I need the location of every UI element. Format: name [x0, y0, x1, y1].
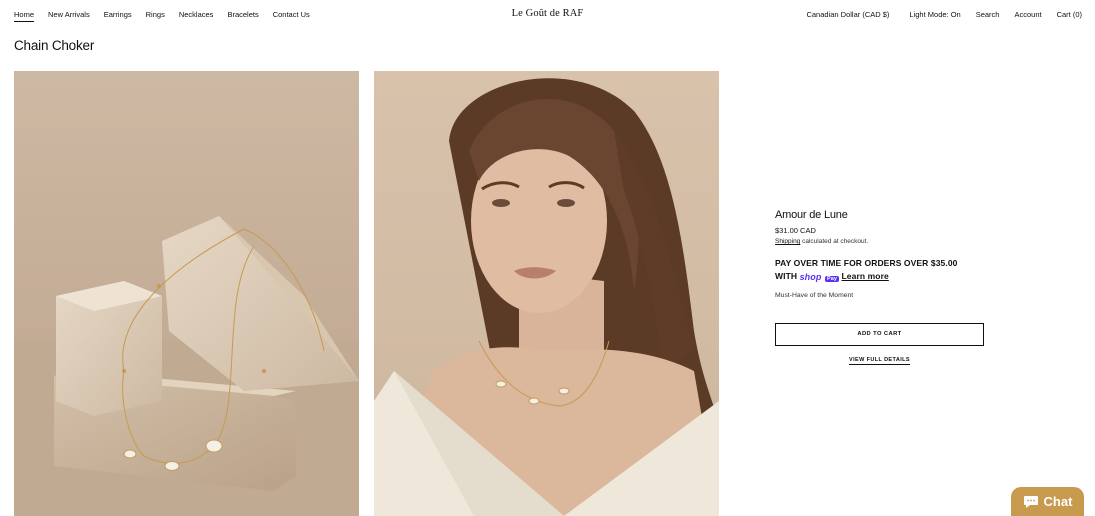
product-image-necklace-display[interactable]: [14, 71, 359, 516]
pay-over-time-banner: PAY OVER TIME FOR ORDERS OVER $35.00 WIT…: [775, 257, 1005, 286]
product-price: $31.00 CAD: [775, 226, 816, 235]
account-link[interactable]: Account: [1014, 10, 1041, 19]
product-tagline: Must-Have of the Moment: [775, 292, 854, 299]
product-name: Amour de Lune: [775, 209, 848, 221]
page-title: Chain Choker: [14, 38, 95, 53]
chat-button[interactable]: Chat: [1011, 487, 1084, 516]
shop-pay-badge: Pay: [824, 276, 840, 282]
search-link[interactable]: Search: [976, 10, 1000, 19]
shipping-note: Shipping calculated at checkout.: [775, 238, 1005, 245]
pay-with-text: WITH: [775, 271, 800, 281]
view-full-details-label: VIEW FULL DETAILS: [849, 357, 910, 365]
product-image-model[interactable]: [374, 71, 719, 516]
top-nav: Home New Arrivals Earrings Rings Necklac…: [0, 0, 1095, 28]
shipping-link[interactable]: Shipping: [775, 238, 800, 245]
pay-over-time-with: WITH shop Pay Learn more: [775, 270, 1005, 286]
chat-label: Chat: [1043, 494, 1073, 509]
model-portrait-illustration: [374, 78, 719, 516]
currency-selector[interactable]: Canadian Dollar (CAD $): [806, 10, 889, 19]
chat-bubble-icon: [1023, 495, 1038, 508]
cart-link[interactable]: Cart (0): [1057, 10, 1082, 19]
utility-menu: Canadian Dollar (CAD $) Light Mode: On S…: [806, 10, 1082, 19]
product-info: Amour de Lune $31.00 CAD Shipping calcul…: [775, 209, 1005, 365]
view-full-details-link[interactable]: VIEW FULL DETAILS: [775, 357, 984, 365]
pay-over-time-text: PAY OVER TIME FOR ORDERS OVER $35.00: [775, 258, 958, 268]
light-mode-toggle[interactable]: Light Mode: On: [909, 10, 960, 19]
shop-pay-wordmark: shop: [799, 272, 822, 282]
shop-pay-logo: shop Pay: [799, 271, 840, 286]
learn-more-link[interactable]: Learn more: [842, 271, 889, 281]
necklace-on-stones-illustration: [14, 216, 359, 516]
shipping-note-text: calculated at checkout.: [800, 238, 869, 245]
add-to-cart-button[interactable]: ADD TO CART: [775, 323, 984, 346]
